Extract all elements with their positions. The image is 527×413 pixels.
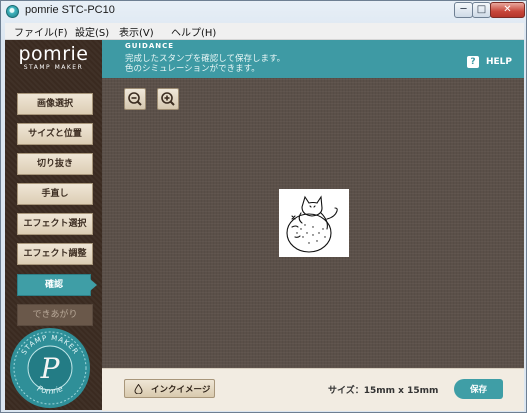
window-title: pomrie STC-PC10: [25, 4, 115, 16]
sidebar-item-size-position[interactable]: サイズと位置: [17, 123, 93, 145]
zoom-out-icon: [128, 92, 142, 106]
guidance-line-1: 完成したスタンプを確認して保存します。: [125, 54, 286, 64]
logo-subtitle: STAMP MAKER: [23, 64, 84, 71]
zoom-in-button[interactable]: [157, 88, 179, 110]
sidebar-item-confirm[interactable]: 確認: [17, 274, 97, 296]
menu-view[interactable]: 表示(V): [119, 24, 154, 39]
menu-settings[interactable]: 設定(S): [75, 24, 109, 39]
stamp-maker-seal-logo: STAMP MAKER P Pomrie: [10, 328, 90, 408]
menu-help[interactable]: ヘルプ(H): [171, 24, 216, 39]
help-label: HELP: [485, 57, 512, 67]
zoom-in-icon: [161, 92, 175, 106]
bottom-bar: インクイメージ サイズ：15mm x 15mm 保存: [102, 368, 524, 411]
sidebar-item-effect-select[interactable]: エフェクト選択: [17, 213, 93, 235]
app-logo: pomrie STAMP MAKER: [5, 44, 102, 72]
seal-letter: P: [40, 352, 61, 385]
app-window: pomrie STC-PC10 ─ □ ✕ ファイル(F) 設定(S) 表示(V…: [0, 0, 527, 413]
menu-file[interactable]: ファイル(F): [14, 24, 68, 39]
cat-and-orange-stamp-image: [286, 195, 338, 253]
ink-image-button[interactable]: インクイメージ: [124, 379, 215, 398]
ink-drop-icon: [134, 383, 143, 394]
close-button[interactable]: ✕: [490, 2, 525, 18]
logo-title: pomrie: [18, 43, 89, 65]
help-icon: ?: [466, 56, 479, 68]
maximize-button[interactable]: □: [472, 2, 491, 18]
zoom-out-button[interactable]: [124, 88, 146, 110]
ink-image-label: インクイメージ: [151, 384, 211, 395]
sidebar-item-effect-adjust[interactable]: エフェクト調整: [17, 243, 93, 265]
preview-canvas: [102, 78, 524, 368]
guidance-line-2: 色のシミュレーションができます。: [125, 64, 260, 74]
sidebar-item-complete: できあがり: [17, 304, 93, 326]
sidebar-item-crop[interactable]: 切り抜き: [17, 153, 93, 175]
help-button[interactable]: ? HELP: [466, 55, 512, 69]
sidebar-item-retouch[interactable]: 手直し: [17, 183, 93, 205]
minimize-button[interactable]: ─: [454, 2, 473, 18]
save-button[interactable]: 保存: [454, 379, 503, 399]
app-icon: [6, 5, 19, 18]
title-bar: pomrie STC-PC10 ─ □ ✕: [1, 1, 526, 22]
guidance-tag: GUIDANCE: [125, 42, 175, 50]
stamp-size-label: サイズ：15mm x 15mm: [328, 386, 439, 396]
guidance-panel: GUIDANCE 完成したスタンプを確認して保存します。 色のシミュレーションが…: [102, 40, 524, 78]
stamp-preview: [279, 189, 349, 257]
sidebar: pomrie STAMP MAKER 画像選択 サイズと位置 切り抜き 手直し …: [5, 40, 102, 410]
sidebar-item-image-select[interactable]: 画像選択: [17, 93, 93, 115]
menu-bar: ファイル(F) 設定(S) 表示(V) ヘルプ(H): [5, 23, 524, 40]
